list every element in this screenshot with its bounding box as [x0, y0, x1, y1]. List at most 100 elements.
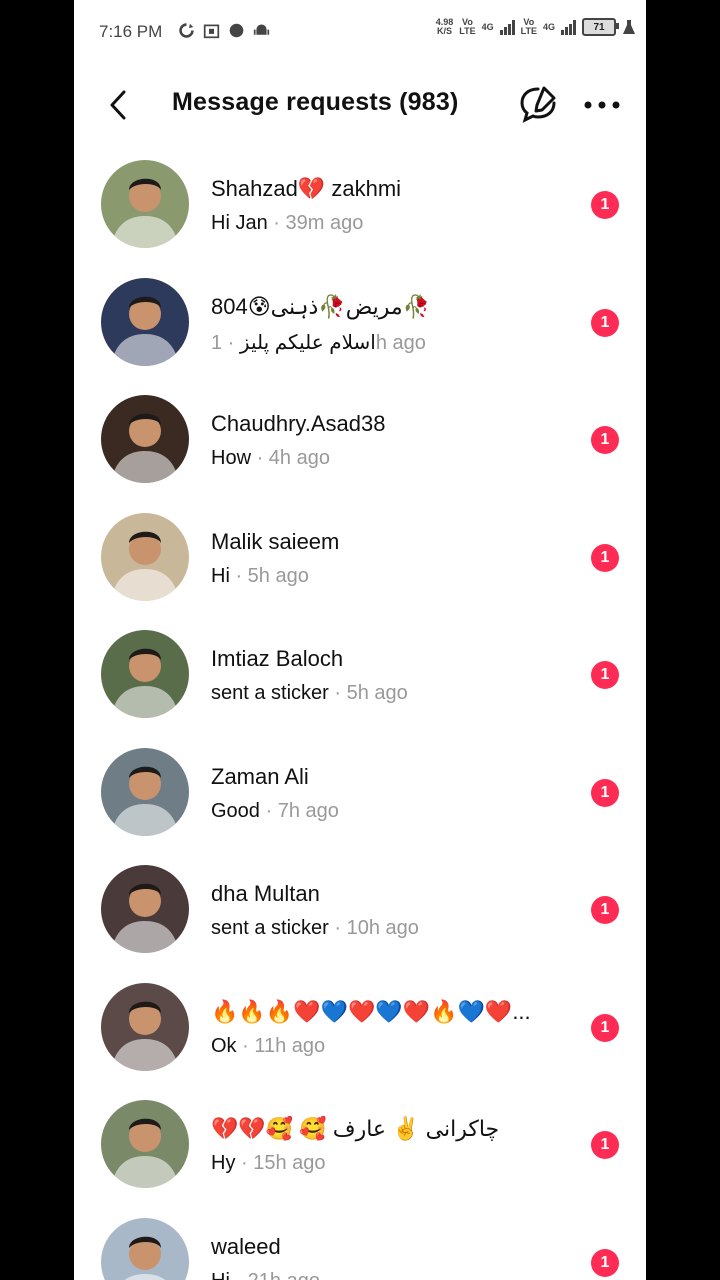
avatar[interactable] [101, 1100, 189, 1188]
sim1-network: 4G [481, 22, 494, 32]
separator-dot: · [235, 564, 248, 587]
unread-badge: 1 [591, 896, 619, 924]
message-time: 5h ago [247, 564, 309, 587]
request-sender-name: 🔥🔥🔥❤️💙❤️💙❤️🔥💙❤️... [211, 998, 531, 1024]
avatar-image [101, 982, 189, 1071]
message-preview: Good [211, 799, 260, 822]
message-preview: How [211, 447, 252, 469]
request-preview: sent a sticker · 10h ago [211, 917, 419, 940]
request-preview: sent a sticker · 5h ago [211, 682, 408, 705]
message-request-item[interactable]: 💔💔🥰 🥰 چاکرانی ✌️ عارف Hy · 15h ago 1 [74, 1086, 646, 1204]
request-sender-name: Malik saieem [211, 528, 340, 554]
request-sender-name: 804😰مریض🥀ذہنی🥀 [211, 293, 431, 319]
avatar-image [101, 395, 189, 483]
separator-dot: · [235, 1270, 247, 1280]
header: Message requests (983) [74, 64, 646, 148]
avatar[interactable] [101, 630, 189, 718]
message-time: 21h ago [248, 1270, 320, 1280]
separator-dot: · [273, 212, 286, 234]
unread-badge: 1 [591, 661, 619, 689]
unread-badge: 1 [591, 778, 619, 807]
sim2-signal-icon [561, 19, 576, 35]
message-request-item[interactable]: Zaman Ali Good · 7h ago 1 [74, 734, 646, 852]
status-right: 4.98 K/S Vo LTE 4G Vo LTE 4G 71 [436, 18, 636, 36]
message-request-item[interactable]: waleed Hi · 21h ago 1 [74, 1204, 646, 1280]
message-request-item[interactable]: Shahzad💔 zakhmi Hi Jan · 39m ago 1 [74, 146, 646, 264]
request-preview: اسلام علیکم پلیز · 1h ago [211, 330, 426, 355]
message-request-item[interactable]: dha Multan sent a sticker · 10h ago 1 [74, 851, 646, 969]
request-sender-name: Chaudhry.Asad38 [211, 411, 386, 436]
message-preview: اسلام علیکم پلیز [239, 331, 376, 354]
status-bar: 7:16 PM 4.98 K/S Vo LTE 4G Vo LTE 4G 71 [74, 0, 646, 64]
sim1-signal-icon [499, 19, 515, 35]
avatar-image [101, 630, 189, 718]
avatar[interactable] [101, 277, 189, 366]
request-sender-name: waleed [211, 1233, 281, 1259]
separator-dot: · [265, 799, 278, 822]
android-icon [253, 24, 270, 35]
separator-dot: · [334, 682, 347, 704]
request-preview: Good · 7h ago [211, 800, 339, 823]
avatar-image [101, 512, 189, 601]
message-request-item[interactable]: Malik saieem Hi · 5h ago 1 [74, 499, 646, 617]
message-request-item[interactable]: Imtiaz Baloch sent a sticker · 5h ago 1 [74, 616, 646, 734]
request-sender-name: dha Multan [211, 881, 320, 906]
unread-badge: 1 [591, 1013, 619, 1042]
avatar[interactable] [101, 160, 189, 248]
message-time: 7h ago [277, 799, 339, 822]
message-time: 15h ago [253, 1152, 326, 1174]
sim1-lte: LTE [459, 26, 476, 36]
avatar-image [101, 160, 189, 248]
sim2-volte: Vo LTE [521, 18, 537, 36]
sim2-lte: LTE [520, 26, 537, 36]
avatar[interactable] [101, 865, 189, 953]
request-preview: How · 4h ago [211, 447, 330, 470]
notification-icons [178, 22, 270, 39]
message-time: 4h ago [268, 447, 330, 469]
message-time: 39m ago [285, 212, 364, 234]
message-request-item[interactable]: Chaudhry.Asad38 How · 4h ago 1 [74, 381, 646, 499]
avatar[interactable] [101, 982, 189, 1071]
avatar[interactable] [101, 1217, 189, 1280]
more-options-icon[interactable] [582, 90, 622, 120]
avatar[interactable] [101, 512, 189, 601]
request-preview: Hi Jan · 39m ago [211, 212, 363, 235]
message-preview: Hy [211, 1152, 236, 1174]
net-speed-unit: K/S [437, 26, 453, 36]
message-preview: Hi [211, 1270, 230, 1280]
flask-icon [623, 20, 635, 34]
message-preview: Ok [211, 1034, 237, 1057]
request-preview: Hy · 15h ago [211, 1152, 326, 1175]
page-title: Message requests (983) [172, 88, 459, 116]
circle-app-icon [229, 23, 244, 38]
sync-icon [179, 23, 194, 38]
back-arrow-icon[interactable] [104, 88, 134, 122]
message-time: 11h ago [254, 1034, 326, 1057]
avatar[interactable] [101, 747, 189, 836]
message-preview: sent a sticker [211, 682, 329, 704]
request-preview: Hi · 5h ago [211, 565, 309, 588]
separator-dot: · [256, 447, 269, 469]
unread-badge: 1 [591, 426, 619, 454]
status-time: 7:16 PM [99, 22, 163, 41]
request-sender-name: Zaman Ali [211, 763, 309, 789]
avatar-image [101, 1217, 189, 1280]
unread-badge: 1 [591, 1248, 619, 1277]
compose-message-icon[interactable] [518, 84, 558, 124]
message-request-item[interactable]: 🔥🔥🔥❤️💙❤️💙❤️🔥💙❤️... Ok · 11h ago 1 [74, 969, 646, 1087]
avatar[interactable] [101, 395, 189, 483]
separator-dot: · [242, 1034, 255, 1057]
avatar-image [101, 865, 189, 953]
request-preview: Hi · 21h ago [211, 1270, 320, 1280]
separator-dot: · [222, 331, 235, 354]
battery-level: 71 [593, 21, 605, 33]
separator-dot: · [241, 1152, 254, 1174]
message-time: 10h ago [346, 917, 419, 939]
battery-icon: 71 [582, 18, 619, 36]
unread-badge: 1 [591, 1131, 619, 1159]
message-request-item[interactable]: 804😰مریض🥀ذہنی🥀 اسلام علیکم پلیز · 1h ago… [74, 264, 646, 382]
request-sender-name: Shahzad💔 zakhmi [211, 176, 402, 201]
unread-badge: 1 [591, 191, 619, 219]
message-preview: sent a sticker [211, 917, 329, 939]
avatar-image [101, 277, 189, 366]
